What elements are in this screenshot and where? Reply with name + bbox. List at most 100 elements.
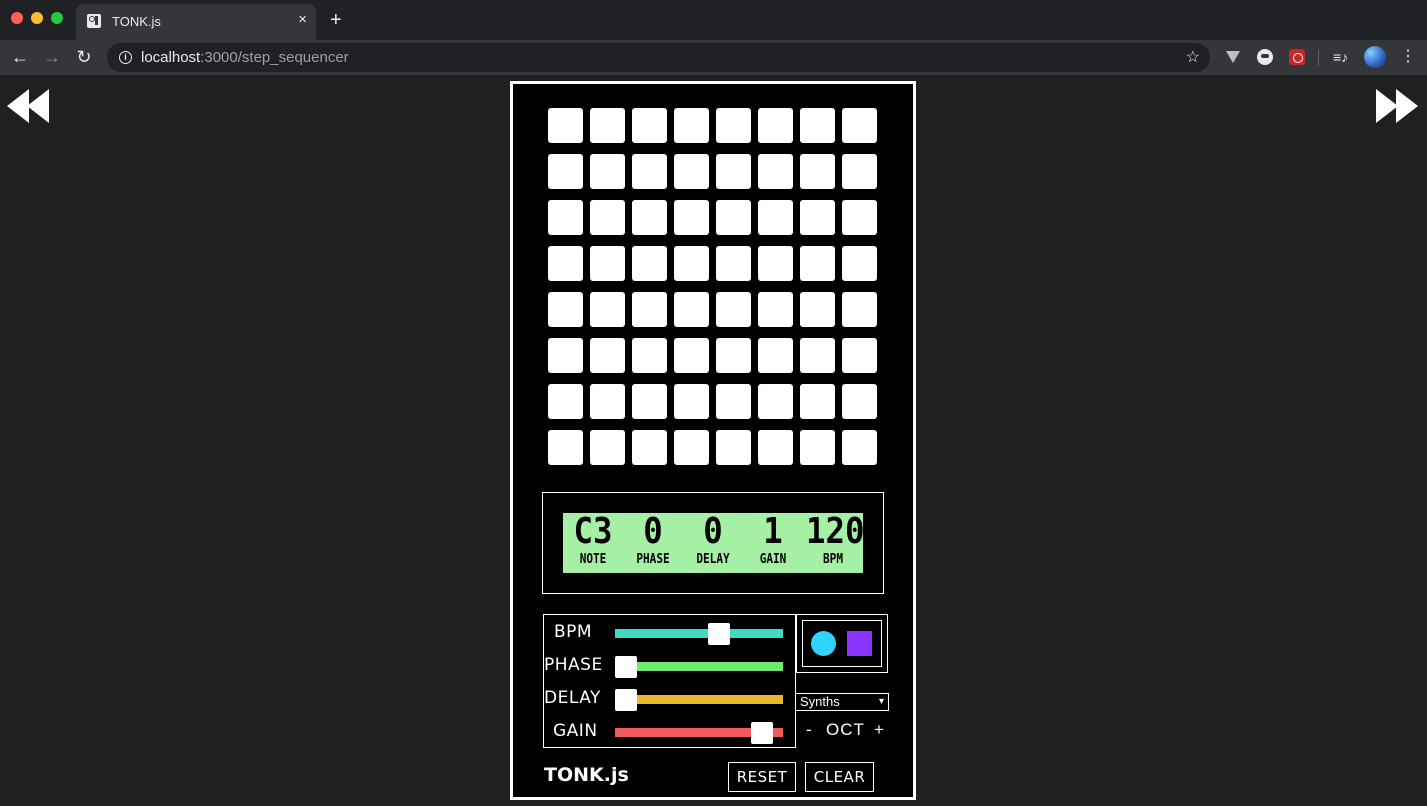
step-pad[interactable] [842,154,877,189]
browser-menu-icon[interactable]: ⋮ [1400,47,1416,67]
bookmark-star-icon[interactable]: ☆ [1186,47,1200,67]
step-pad[interactable] [758,200,793,235]
step-pad[interactable] [548,200,583,235]
octave-down-button[interactable]: - [806,720,812,740]
step-pad[interactable] [632,338,667,373]
step-pad[interactable] [758,154,793,189]
slider-track[interactable] [615,656,783,678]
slider-track[interactable] [615,722,783,744]
reload-button[interactable]: ↻ [74,47,94,67]
step-pad[interactable] [842,384,877,419]
instrument-select[interactable]: Synths ▾ [795,693,889,711]
step-pad[interactable] [800,246,835,281]
window-maximize-button[interactable] [51,12,63,24]
address-bar[interactable]: i localhost:3000/step_sequencer ☆ [107,43,1210,72]
step-pad[interactable] [842,200,877,235]
step-pad[interactable] [716,154,751,189]
step-pad[interactable] [632,384,667,419]
step-pad[interactable] [800,200,835,235]
slider-track[interactable] [615,689,783,711]
step-pad[interactable] [716,430,751,465]
step-pad[interactable] [590,292,625,327]
window-close-button[interactable] [11,12,23,24]
step-pad[interactable] [842,246,877,281]
slider-thumb[interactable] [708,623,731,645]
step-pad[interactable] [674,338,709,373]
step-pad[interactable] [632,292,667,327]
browser-tab[interactable]: TONK.js × [76,4,316,40]
step-pad[interactable] [548,246,583,281]
step-pad[interactable] [590,430,625,465]
step-pad[interactable] [716,108,751,143]
previous-page-icon[interactable] [7,89,49,123]
back-button[interactable]: ← [10,47,30,67]
slider-thumb[interactable] [615,656,637,678]
step-pad[interactable] [548,430,583,465]
step-pad[interactable] [632,246,667,281]
step-pad[interactable] [548,384,583,419]
step-pad[interactable] [674,154,709,189]
step-pad[interactable] [800,430,835,465]
profile-avatar[interactable] [1364,46,1386,68]
step-pad[interactable] [758,246,793,281]
reset-button[interactable]: RESET [728,762,796,792]
step-pad[interactable] [548,154,583,189]
step-pad[interactable] [590,108,625,143]
extension-red-icon[interactable] [1289,49,1305,65]
step-pad[interactable] [632,154,667,189]
circle-shape-button[interactable] [811,631,836,656]
media-playlist-icon[interactable]: ≡♪ [1333,49,1349,65]
step-pad[interactable] [674,430,709,465]
slider-thumb[interactable] [750,722,773,744]
window-minimize-button[interactable] [31,12,43,24]
step-pad[interactable] [590,154,625,189]
square-shape-button[interactable] [847,631,872,656]
step-pad[interactable] [674,384,709,419]
tab-close-icon[interactable]: × [298,12,307,28]
new-tab-button[interactable]: + [330,9,342,31]
next-page-icon[interactable] [1376,89,1418,123]
step-pad[interactable] [548,108,583,143]
step-pad[interactable] [716,384,751,419]
step-pad[interactable] [590,338,625,373]
step-pad[interactable] [716,246,751,281]
step-pad[interactable] [800,292,835,327]
step-pad[interactable] [842,108,877,143]
ghostery-icon[interactable] [1257,49,1273,65]
step-pad[interactable] [590,246,625,281]
step-pad[interactable] [758,384,793,419]
step-pad[interactable] [548,292,583,327]
step-pad[interactable] [674,292,709,327]
step-pad[interactable] [590,200,625,235]
step-pad[interactable] [632,108,667,143]
step-pad[interactable] [842,292,877,327]
step-pad[interactable] [632,430,667,465]
step-pad[interactable] [800,384,835,419]
step-pad[interactable] [758,430,793,465]
step-pad[interactable] [674,108,709,143]
step-pad[interactable] [674,200,709,235]
step-pad[interactable] [758,338,793,373]
slider-thumb[interactable] [615,689,637,711]
step-pad[interactable] [716,292,751,327]
step-pad[interactable] [842,430,877,465]
octave-up-button[interactable]: + [874,720,884,740]
step-pad[interactable] [800,338,835,373]
url-text[interactable]: localhost:3000/step_sequencer [141,49,349,66]
step-pad[interactable] [548,338,583,373]
step-pad[interactable] [716,200,751,235]
step-pad[interactable] [632,200,667,235]
step-pad[interactable] [674,246,709,281]
vue-devtools-icon[interactable] [1226,51,1240,63]
step-pad[interactable] [800,108,835,143]
step-pad[interactable] [590,384,625,419]
step-pad[interactable] [800,154,835,189]
step-pad[interactable] [716,338,751,373]
step-pad[interactable] [758,108,793,143]
step-pad[interactable] [758,292,793,327]
forward-button[interactable]: → [42,47,62,67]
step-pad[interactable] [842,338,877,373]
clear-button[interactable]: CLEAR [805,762,874,792]
site-info-icon[interactable]: i [119,51,132,64]
slider-track[interactable] [615,623,783,645]
